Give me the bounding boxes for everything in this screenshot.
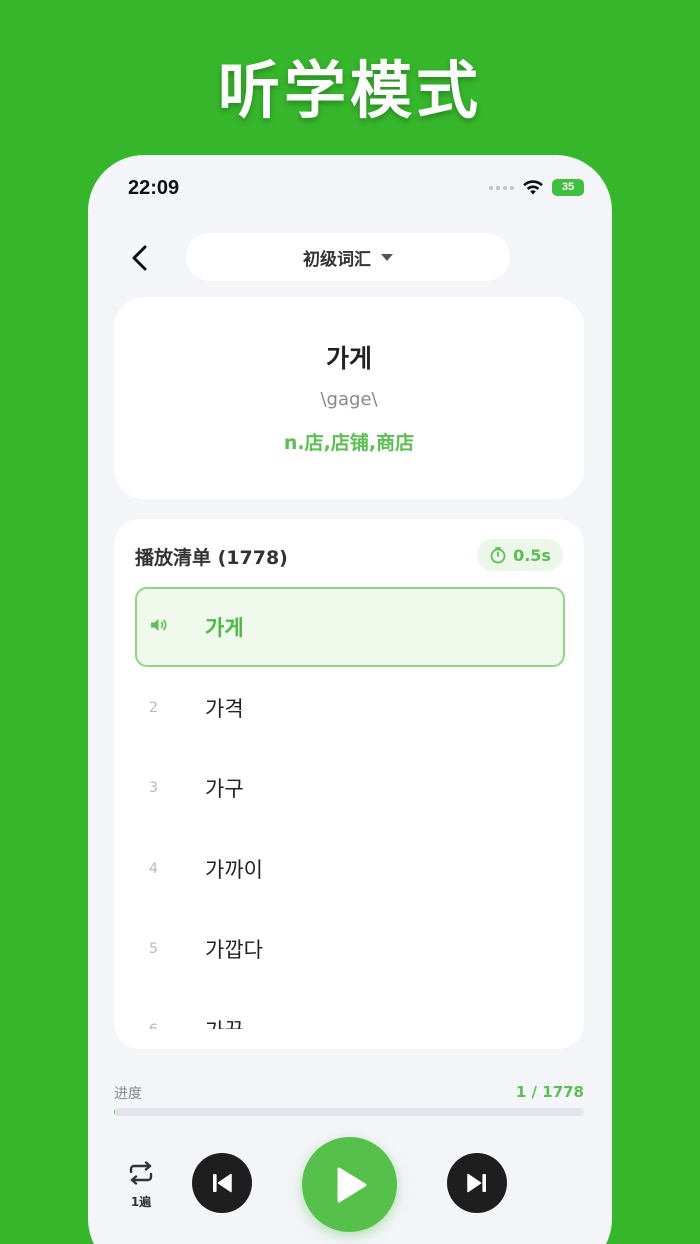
list-item-word: 가격 [205,696,244,721]
list-item-index: 3 [149,780,158,797]
list-item[interactable]: 6 가끔 [135,990,565,1029]
chevron-left-icon [132,245,147,271]
speed-button[interactable]: 0.5s [477,539,563,571]
playlist-list[interactable]: 가게 2 가격 3 가구 4 가까이 5 가깝다 6 가끔 [135,587,565,1029]
back-button[interactable] [126,243,156,273]
timer-icon [490,547,506,564]
progress-label: 进度 [114,1086,142,1102]
speed-label: 0.5s [513,545,551,565]
battery-icon: 35 [552,179,584,196]
signal-icon [489,185,514,190]
repeat-label: 1遍 [130,1195,152,1209]
phone-screen: 22:09 35 初级词汇 가게 \gage\ n.店,店铺,商店 播放清单 (… [88,155,612,1244]
speaker-icon [137,617,205,637]
list-item-word: 가끔 [205,1015,244,1029]
playlist-card: 播放清单 (1778) 0.5s 가게 2 가격 3 가구 4 가까이 5 가깝… [114,519,584,1049]
list-item-word: 가깝다 [205,938,263,963]
list-item[interactable]: 4 가까이 [135,829,565,909]
status-time: 22:09 [128,177,180,199]
status-bar: 22:09 35 [88,155,612,219]
play-icon [337,1167,366,1202]
list-item-word: 가게 [205,616,244,640]
current-word-card: 가게 \gage\ n.店,店铺,商店 [114,297,584,499]
list-item-index: 6 [137,1022,205,1029]
play-button[interactable] [302,1137,397,1232]
current-word: 가게 [325,344,372,373]
current-word-phonetic: \gage\ [320,389,378,410]
list-item[interactable]: 5 가깝다 [135,909,565,989]
current-word-meaning: n.店,店铺,商店 [283,432,415,454]
repeat-icon [129,1161,153,1185]
list-item[interactable]: 가게 [135,587,565,667]
promo-title: 听学模式 [217,54,482,127]
skip-next-icon [467,1173,486,1193]
category-selector[interactable]: 初级词汇 [186,233,510,281]
playlist-title: 播放清单 (1778) [135,547,288,569]
list-item[interactable]: 2 가격 [135,668,565,748]
status-icons: 35 [489,179,584,196]
progress-bar[interactable] [114,1108,584,1116]
category-label: 初级词汇 [303,249,371,270]
next-button[interactable] [447,1153,507,1213]
list-item-index: 2 [149,699,158,716]
wifi-icon [523,180,543,195]
previous-button[interactable] [192,1153,252,1213]
list-item-index: 4 [149,860,158,877]
repeat-button[interactable]: 1遍 [124,1161,158,1210]
list-item-word: 가까이 [205,857,263,882]
list-item-index: 5 [149,941,158,958]
caret-down-icon [381,253,393,261]
list-item-word: 가구 [205,777,244,802]
skip-previous-icon [213,1173,232,1193]
progress-count: 1 / 1778 [515,1083,584,1101]
list-item[interactable]: 3 가구 [135,748,565,828]
